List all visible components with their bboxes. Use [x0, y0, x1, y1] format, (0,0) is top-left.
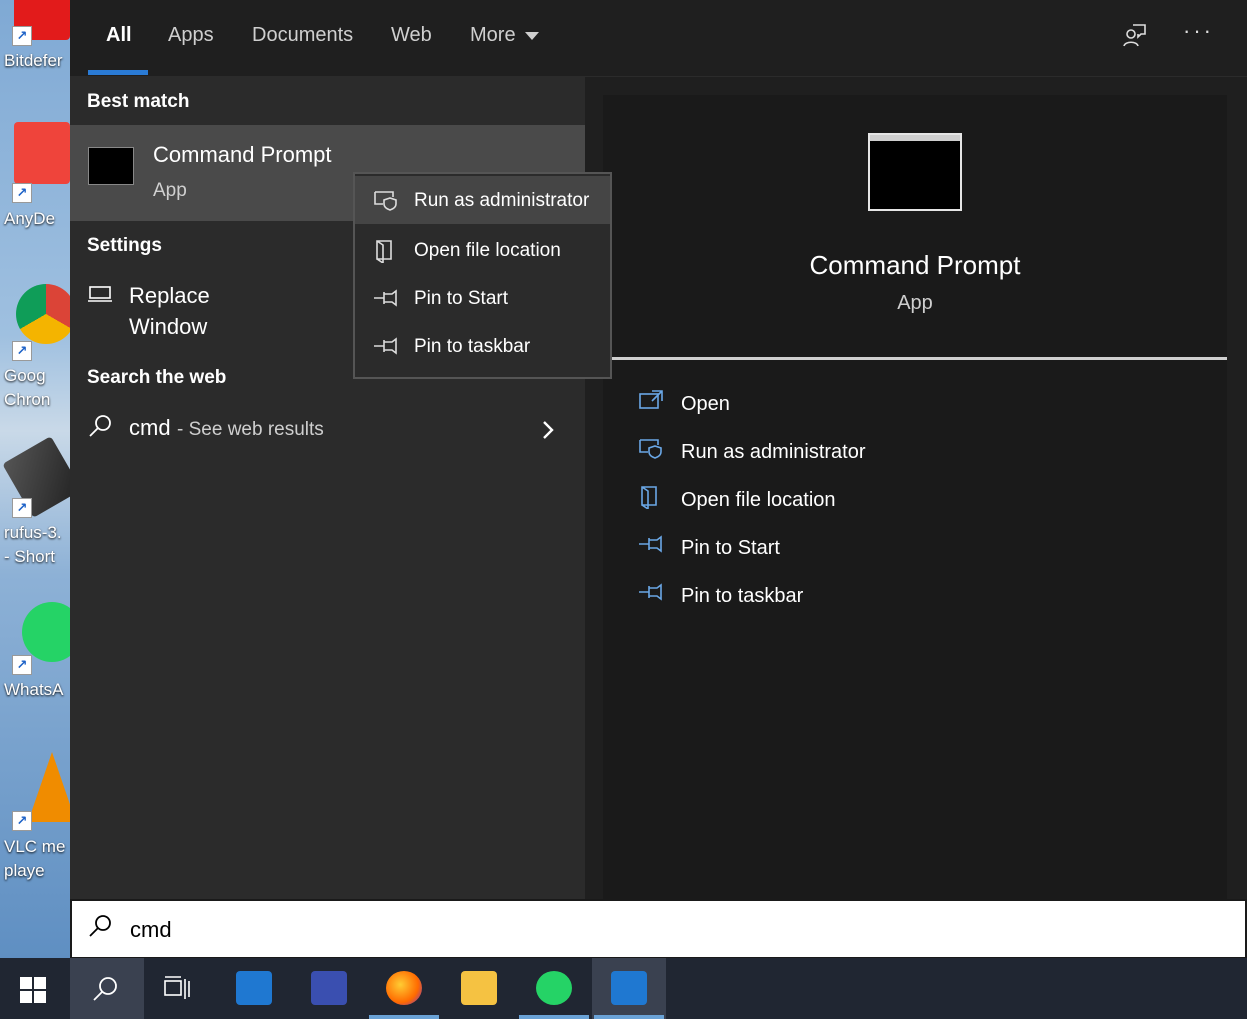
ctx-item-label: Pin to taskbar: [414, 336, 531, 357]
desktop-icon-label: Goog Chron: [4, 366, 51, 409]
shield-icon: [638, 437, 664, 465]
laptop-icon: [88, 283, 112, 309]
desktop: ↗ Bitdefer ↗ AnyDe ↗ Goog Chron ↗ rufus-…: [0, 0, 70, 958]
search-box[interactable]: [70, 899, 1247, 959]
taskbar-firefox[interactable]: [367, 958, 441, 1019]
tab-more-label: More: [470, 24, 516, 46]
settings-heading: Settings: [87, 235, 162, 256]
anydesk-icon: [14, 122, 70, 184]
task-view-button[interactable]: [141, 958, 215, 1019]
taskbar: [0, 958, 1247, 1019]
firefox-icon: [386, 971, 422, 1005]
search-icon: [93, 977, 117, 1001]
tab-web[interactable]: Web: [391, 24, 432, 47]
desktop-icon-label: WhatsA: [4, 680, 64, 699]
web-result-suffix: - See web results: [177, 419, 324, 440]
file-location-icon: [638, 485, 664, 515]
search-icon: [88, 413, 114, 445]
active-tab-indicator: [88, 70, 148, 75]
shortcut-arrow-icon: ↗: [12, 341, 32, 361]
shortcut-arrow-icon: ↗: [12, 498, 32, 518]
chevron-down-icon: [524, 31, 539, 40]
desktop-icon-label: Bitdefer: [4, 51, 63, 70]
action-pin-to-start-label: Pin to Start: [681, 537, 780, 559]
pin-icon: [638, 581, 664, 609]
taskbar-app-1[interactable]: [217, 958, 291, 1019]
preview-title: Command Prompt: [809, 250, 1021, 280]
preview-divider: [603, 357, 1227, 360]
action-run-as-administrator-label: Run as administrator: [681, 441, 866, 463]
settings-result-line2: Window: [129, 314, 208, 339]
pin-icon: [638, 533, 664, 561]
action-open-label: Open: [681, 393, 730, 415]
settings-result-line1: Replace: [129, 283, 210, 308]
file-location-icon: [373, 239, 399, 268]
search-web-heading: Search the web: [87, 367, 227, 388]
preview-subtitle: App: [897, 292, 933, 314]
pin-icon: [373, 287, 399, 314]
filter-tab-bar: All Apps Documents Web More ···: [70, 0, 1247, 77]
folder-icon: [461, 971, 497, 1005]
shortcut-arrow-icon: ↗: [12, 183, 32, 203]
ctx-item-label: Run as administrator: [414, 190, 590, 211]
taskbar-file-explorer[interactable]: [442, 958, 516, 1019]
preview-pane: Command Prompt App Open Run as administr…: [603, 95, 1227, 899]
ctx-pin-to-start[interactable]: Pin to Start: [355, 274, 610, 322]
shortcut-arrow-icon: ↗: [12, 655, 32, 675]
feedback-icon[interactable]: [1120, 22, 1148, 56]
shield-icon: [373, 189, 399, 216]
chevron-right-icon: [541, 417, 555, 448]
tab-apps[interactable]: Apps: [168, 24, 214, 47]
running-indicator: [369, 1015, 439, 1019]
tab-more[interactable]: More: [470, 24, 539, 47]
ctx-run-as-administrator[interactable]: Run as administrator: [355, 176, 610, 224]
task-view-icon: [164, 976, 190, 999]
whatsapp-icon: [22, 602, 70, 662]
app-icon: [611, 971, 647, 1005]
open-icon: [638, 389, 664, 417]
start-button[interactable]: [0, 958, 74, 1019]
taskbar-save-app[interactable]: [292, 958, 366, 1019]
ctx-item-label: Pin to Start: [414, 288, 508, 309]
vlc-cone-icon: [28, 752, 70, 822]
whatsapp-icon: [536, 971, 572, 1005]
search-input[interactable]: [128, 911, 1132, 949]
ctx-open-file-location[interactable]: Open file location: [355, 226, 610, 274]
app-icon: [236, 971, 272, 1005]
web-result-query: cmd: [129, 415, 171, 440]
tab-documents[interactable]: Documents: [252, 24, 353, 47]
web-result-item[interactable]: cmd - See web results: [70, 407, 585, 453]
search-button[interactable]: [70, 958, 144, 1019]
command-prompt-icon: [88, 147, 134, 185]
taskbar-app-2[interactable]: [592, 958, 666, 1019]
desktop-icon-label: AnyDe: [4, 209, 56, 228]
ctx-item-label: Open file location: [414, 240, 561, 261]
desktop-icon-label: VLC me playe: [4, 837, 66, 880]
pin-icon: [373, 335, 399, 362]
tab-all[interactable]: All: [106, 24, 132, 47]
desktop-icon-label: rufus-3. - Short: [4, 523, 62, 566]
action-open-file-location-label: Open file location: [681, 489, 836, 511]
chrome-icon: [16, 284, 70, 344]
start-search-panel: All Apps Documents Web More ··· Best mat…: [70, 0, 1247, 958]
best-match-heading: Best match: [87, 91, 190, 112]
floppy-disk-icon: [311, 971, 347, 1005]
best-match-title: Command Prompt: [153, 142, 332, 167]
ctx-pin-to-taskbar[interactable]: Pin to taskbar: [355, 322, 610, 370]
best-match-subtitle: App: [153, 180, 187, 201]
running-indicator: [594, 1015, 664, 1019]
action-pin-to-taskbar-label: Pin to taskbar: [681, 585, 804, 607]
search-icon: [88, 913, 114, 946]
running-indicator: [519, 1015, 589, 1019]
taskbar-whatsapp[interactable]: [517, 958, 591, 1019]
shortcut-arrow-icon: ↗: [12, 811, 32, 831]
command-prompt-icon: [868, 133, 962, 211]
ellipsis-icon[interactable]: ···: [1183, 18, 1214, 44]
windows-logo-icon: [20, 977, 46, 1003]
shortcut-arrow-icon: ↗: [12, 26, 32, 46]
context-menu: Run as administrator Open file location …: [353, 172, 612, 379]
